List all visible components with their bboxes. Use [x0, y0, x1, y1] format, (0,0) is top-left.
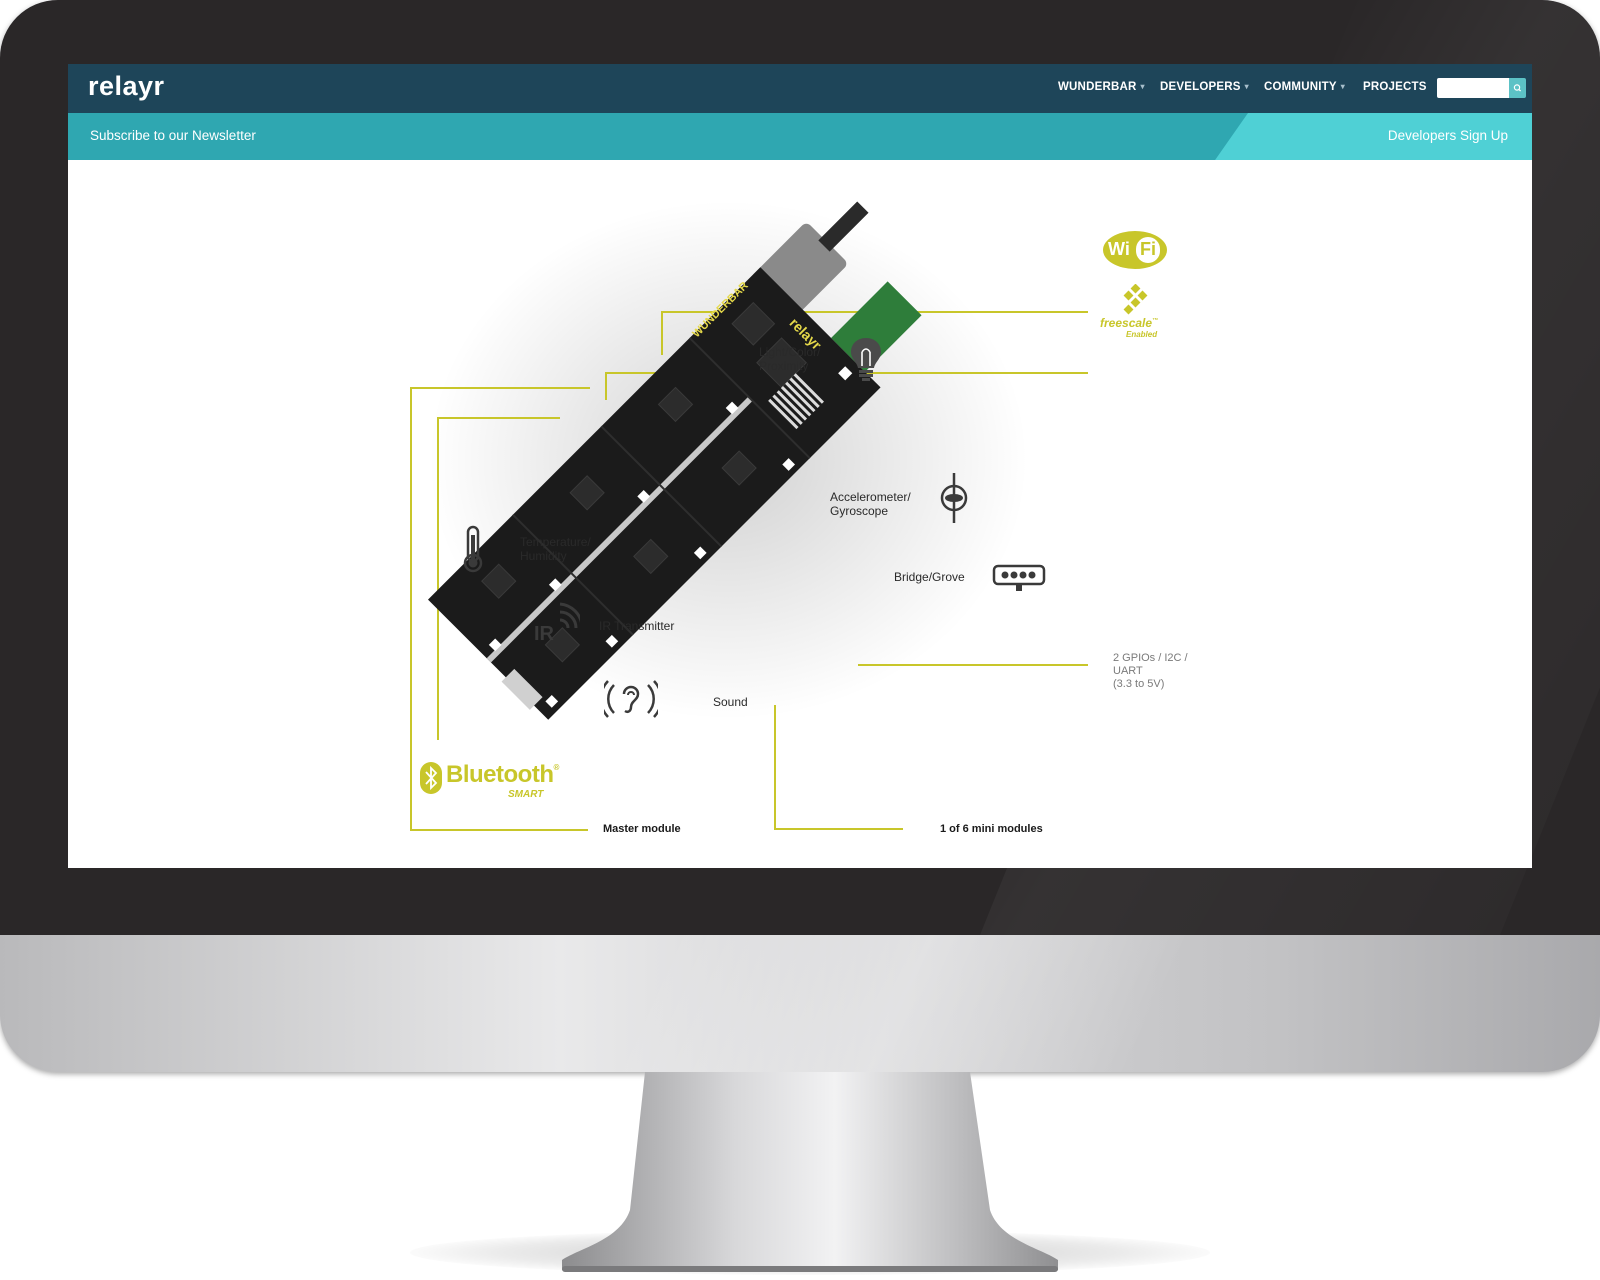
wunderbar-diagram: relayr WUNDERBAR Wi Fi freescale™ Enable…	[68, 160, 1532, 868]
monitor-stand	[562, 1072, 1058, 1272]
chevron-down-icon: ▾	[1140, 82, 1145, 91]
wifi-logo-left: Wi	[1108, 239, 1130, 259]
gyroscope-icon	[940, 473, 968, 523]
wifi-logo-right: Fi	[1140, 239, 1156, 259]
svg-text:IR: IR	[534, 623, 555, 642]
site-logo[interactable]: relayr	[88, 71, 165, 102]
ear-icon	[604, 680, 658, 718]
chevron-down-icon: ▾	[1340, 82, 1345, 91]
top-navigation: relayr WUNDERBAR ▾ DEVELOPERS ▾ COMMUNITY ▾…	[68, 64, 1532, 113]
nav-developers[interactable]: DEVELOPERS ▾	[1160, 81, 1249, 93]
subscribe-bar: Subscribe to our Newsletter Developers S…	[68, 113, 1532, 160]
freescale-name: freescale™	[1100, 316, 1158, 330]
label-ir: IR Transmitter	[599, 619, 675, 633]
chin-gloss	[608, 935, 1192, 1072]
label-sound: Sound	[713, 695, 748, 709]
newsletter-link[interactable]: Subscribe to our Newsletter	[90, 128, 256, 143]
label-gpio: 2 GPIOs / I2C / UART (3.3 to 5V)	[1113, 652, 1188, 690]
nav-label: COMMUNITY	[1264, 81, 1337, 93]
bluetooth-name: Bluetooth®	[446, 761, 559, 789]
nav-community[interactable]: COMMUNITY ▾	[1264, 81, 1345, 93]
diagram-graphic: relayr WUNDERBAR	[410, 200, 1088, 831]
freescale-name-text: freescale	[1100, 316, 1153, 330]
connector-icon	[992, 564, 1046, 591]
bluetooth-reg: ®	[553, 763, 559, 772]
label-bridge: Bridge/Grove	[894, 570, 965, 584]
search-button[interactable]	[1509, 78, 1526, 98]
mini-module-line	[774, 705, 903, 830]
freescale-mark-icon	[1123, 284, 1148, 315]
nav-projects[interactable]: PROJECTS	[1363, 81, 1427, 93]
developers-signup-link[interactable]: Developers Sign Up	[1388, 128, 1508, 143]
thermometer-icon	[463, 525, 483, 573]
label-master-module: Master module	[603, 823, 681, 835]
bluetooth-logo: Bluetooth® SMART	[420, 760, 560, 806]
nav-label: DEVELOPERS	[1160, 81, 1241, 93]
nav-label: WUNDERBAR	[1058, 81, 1137, 93]
label-accel: Accelerometer/ Gyroscope	[830, 490, 911, 518]
screen: relayr WUNDERBAR ▾ DEVELOPERS ▾ COMMUNITY ▾…	[68, 64, 1532, 868]
bluetooth-name-text: Bluetooth	[446, 761, 554, 788]
bluetooth-sub: SMART	[508, 789, 544, 800]
freescale-logo: freescale™ Enabled	[1098, 284, 1178, 344]
search-icon	[1513, 84, 1522, 92]
chevron-down-icon: ▾	[1244, 82, 1249, 91]
lightbulb-icon	[851, 338, 881, 381]
label-temp: Temperature/ Humidity	[520, 535, 591, 563]
wifi-logo: Wi Fi	[1102, 230, 1168, 270]
ir-icon: IR	[534, 602, 580, 642]
nav-wunderbar[interactable]: WUNDERBAR ▾	[1058, 81, 1145, 93]
label-light: Light/Color/ Proximity	[759, 345, 821, 373]
label-mini-modules: 1 of 6 mini modules	[940, 823, 1043, 835]
freescale-tm: ™	[1152, 318, 1159, 324]
bluetooth-icon	[420, 762, 442, 794]
search-input[interactable]	[1437, 78, 1509, 98]
nav-label: PROJECTS	[1363, 81, 1427, 93]
monitor-frame: relayr WUNDERBAR ▾ DEVELOPERS ▾ COMMUNITY ▾…	[0, 0, 1600, 1072]
freescale-sub: Enabled	[1126, 330, 1158, 339]
